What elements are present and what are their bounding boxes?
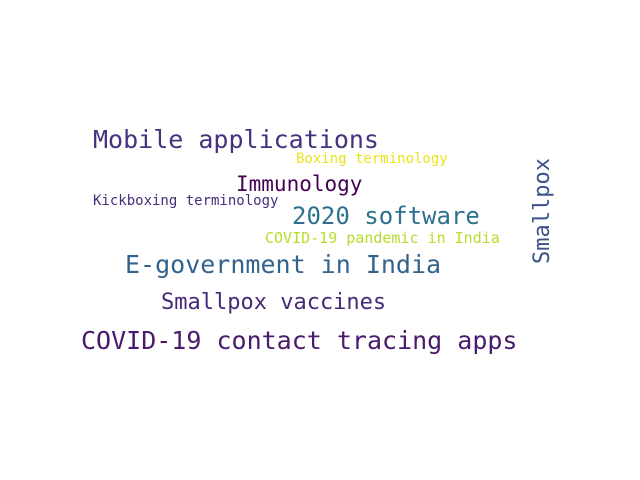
- word-cloud: Mobile applications Boxing terminology S…: [0, 0, 640, 480]
- word-smallpox: Smallpox: [530, 158, 555, 264]
- word-e-government-in-india: E-government in India: [125, 250, 442, 279]
- word-immunology: Immunology: [236, 172, 363, 196]
- word-covid-19-pandemic-in-india: COVID-19 pandemic in India: [265, 229, 500, 247]
- word-mobile-applications: Mobile applications: [93, 125, 379, 154]
- word-covid-19-contact-tracing-apps: COVID-19 contact tracing apps: [81, 326, 518, 355]
- word-boxing-terminology: Boxing terminology: [296, 151, 448, 167]
- word-2020-software: 2020 software: [292, 202, 480, 230]
- word-smallpox-vaccines: Smallpox vaccines: [161, 290, 387, 315]
- word-kickboxing-terminology: Kickboxing terminology: [93, 193, 279, 209]
